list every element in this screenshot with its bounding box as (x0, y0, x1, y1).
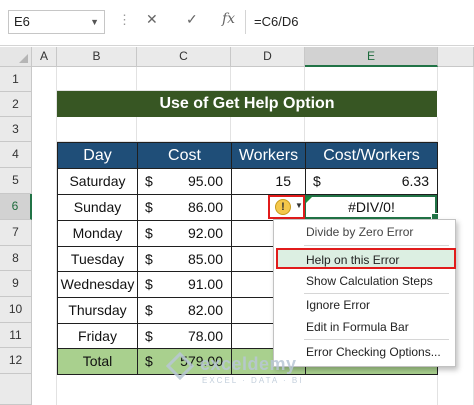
cell-e1[interactable] (305, 67, 438, 91)
column-header-b[interactable]: B (57, 47, 137, 67)
active-cell-outline (304, 195, 439, 221)
watermark-tagline: EXCEL · DATA · BI (202, 376, 304, 385)
cost-value: 95.00 (187, 173, 223, 189)
table-cell-day[interactable]: Monday (57, 220, 138, 247)
row-header-13[interactable] (0, 374, 32, 405)
table-cell-day[interactable]: Sunday (57, 194, 138, 221)
formula-input[interactable]: =C6/D6 (245, 10, 474, 34)
table-total-label[interactable]: Total (57, 348, 138, 375)
table-cell-day[interactable]: Saturday (57, 168, 138, 195)
exceldemy-watermark: exceldemy EXCEL · DATA · BI (165, 351, 340, 392)
currency-symbol: $ (145, 251, 153, 267)
cost-value: 86.00 (187, 199, 223, 215)
chevron-down-icon[interactable]: ▼ (90, 11, 99, 33)
row-header-4[interactable]: 4 (0, 142, 32, 168)
currency-symbol: $ (145, 328, 153, 344)
table-cell-day[interactable]: Tuesday (57, 246, 138, 272)
currency-symbol: $ (145, 302, 153, 318)
name-box-value: E6 (14, 14, 30, 29)
cell-c3[interactable] (137, 117, 231, 142)
error-options-button[interactable]: ! ▼ (268, 195, 305, 219)
table-cell-day[interactable]: Thursday (57, 297, 138, 324)
table-header-workers[interactable]: Workers (231, 142, 306, 169)
menu-item-divide-by-zero-error: Divide by Zero Error (306, 225, 414, 239)
name-box[interactable]: E6 ▼ (8, 10, 105, 34)
cell-b3[interactable] (57, 117, 137, 142)
row-header-12[interactable]: 12 (0, 348, 32, 374)
menu-separator (304, 339, 449, 340)
cell-b1[interactable] (57, 67, 137, 91)
row-header-5[interactable]: 5 (0, 168, 32, 194)
sheet-title[interactable]: Use of Get Help Option (57, 91, 437, 117)
table-header-cost[interactable]: Cost (137, 142, 232, 169)
cost-value: 78.00 (187, 328, 223, 344)
formula-bar-grip-icon: ⋮ (118, 12, 132, 27)
row-header-1[interactable]: 1 (0, 67, 32, 92)
error-context-menu: Divide by Zero Error Help on this Error … (273, 219, 456, 367)
table-cell-workers[interactable]: 15 (231, 168, 306, 195)
currency-symbol: $ (145, 173, 153, 189)
cancel-icon[interactable]: ✕ (146, 11, 158, 28)
result-value: 6.33 (401, 173, 429, 189)
menu-item-ignore-error[interactable]: Ignore Error (274, 295, 457, 316)
error-indicator-triangle (306, 197, 312, 203)
column-header-a[interactable]: A (32, 47, 57, 67)
cell-d1[interactable] (231, 67, 305, 91)
row-header-6[interactable]: 6 (0, 194, 32, 220)
menu-separator (304, 245, 449, 246)
table-cell-cost[interactable]: $ 82.00 (137, 297, 232, 324)
currency-symbol: $ (145, 199, 153, 215)
row-header-8[interactable]: 8 (0, 246, 32, 271)
cost-value: 82.00 (187, 302, 223, 318)
row-header-11[interactable]: 11 (0, 323, 32, 348)
row-header-9[interactable]: 9 (0, 271, 32, 297)
cell-e3[interactable] (305, 117, 438, 142)
table-header-cost-per-workers[interactable]: Cost/Workers (305, 142, 438, 169)
exceldemy-logo-icon (165, 351, 195, 381)
cost-value: 85.00 (187, 251, 223, 267)
cost-value: 91.00 (187, 276, 223, 292)
column-header-e[interactable]: E (305, 47, 438, 67)
currency-symbol: $ (145, 225, 153, 241)
menu-item-edit-in-formula-bar[interactable]: Edit in Formula Bar (274, 317, 457, 338)
row-header-3[interactable]: 3 (0, 117, 32, 142)
cost-value: 92.00 (187, 225, 223, 241)
table-cell-cost[interactable]: $ 95.00 (137, 168, 232, 195)
column-header-f[interactable] (438, 47, 474, 67)
watermark-name: exceldemy (200, 354, 297, 374)
menu-item-show-calculation-steps[interactable]: Show Calculation Steps (274, 271, 457, 292)
enter-icon[interactable]: ✓ (186, 11, 198, 28)
row-header-7[interactable]: 7 (0, 220, 32, 246)
table-cell-cost[interactable]: $ 92.00 (137, 220, 232, 247)
table-cell-cost[interactable]: $ 85.00 (137, 246, 232, 272)
insert-function-button[interactable]: fx (222, 11, 235, 27)
currency-symbol: $ (313, 173, 321, 189)
row-header-2[interactable]: 2 (0, 92, 32, 117)
currency-symbol: $ (145, 276, 153, 292)
menu-item-help-on-this-error[interactable]: Help on this Error (276, 248, 456, 269)
table-cell-day[interactable]: Wednesday (57, 271, 138, 298)
table-cell-cost[interactable]: $ 86.00 (137, 194, 232, 221)
table-cell-cost-per-worker[interactable]: $ 6.33 (305, 168, 438, 195)
table-header-day[interactable]: Day (57, 142, 138, 169)
table-cell-day[interactable]: Friday (57, 323, 138, 349)
chevron-down-icon: ▼ (295, 201, 303, 210)
column-a-cells[interactable] (32, 67, 57, 405)
currency-symbol: $ (145, 353, 153, 369)
cell-d3[interactable] (231, 117, 305, 142)
formula-bar: E6 ▼ ⋮ ✕ ✓ fx =C6/D6 (0, 0, 474, 46)
warning-icon: ! (275, 199, 291, 215)
cell-c1[interactable] (137, 67, 231, 91)
column-header-c[interactable]: C (137, 47, 231, 67)
column-header-d[interactable]: D (231, 47, 305, 67)
row-header-10[interactable]: 10 (0, 297, 32, 323)
menu-separator (304, 293, 449, 294)
select-all-button[interactable] (0, 47, 32, 67)
table-cell-cost[interactable]: $ 78.00 (137, 323, 232, 349)
table-cell-cost[interactable]: $ 91.00 (137, 271, 232, 298)
